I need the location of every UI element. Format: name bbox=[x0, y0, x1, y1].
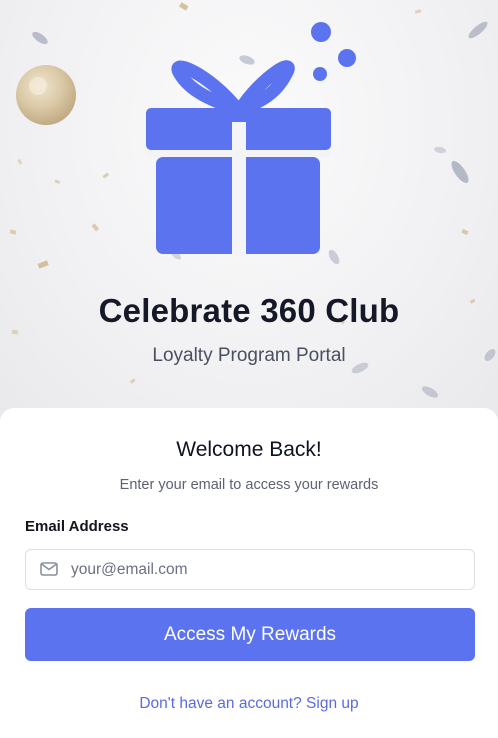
email-input[interactable] bbox=[71, 550, 466, 589]
access-rewards-button[interactable]: Access My Rewards bbox=[25, 608, 475, 661]
hero-banner: Celebrate 360 Club Loyalty Program Porta… bbox=[0, 0, 498, 420]
email-label: Email Address bbox=[25, 518, 129, 535]
brand-subtitle: Loyalty Program Portal bbox=[152, 345, 346, 366]
mail-icon bbox=[40, 562, 58, 576]
login-card: Welcome Back! Enter your email to access… bbox=[0, 408, 498, 738]
welcome-heading: Welcome Back! bbox=[176, 438, 322, 461]
signup-link[interactable]: Don't have an account? Sign up bbox=[0, 695, 498, 713]
brand-title: Celebrate 360 Club bbox=[98, 292, 400, 329]
welcome-subheading: Enter your email to access your rewards bbox=[119, 477, 379, 493]
gift-icon bbox=[146, 22, 356, 256]
email-field[interactable] bbox=[25, 549, 475, 590]
